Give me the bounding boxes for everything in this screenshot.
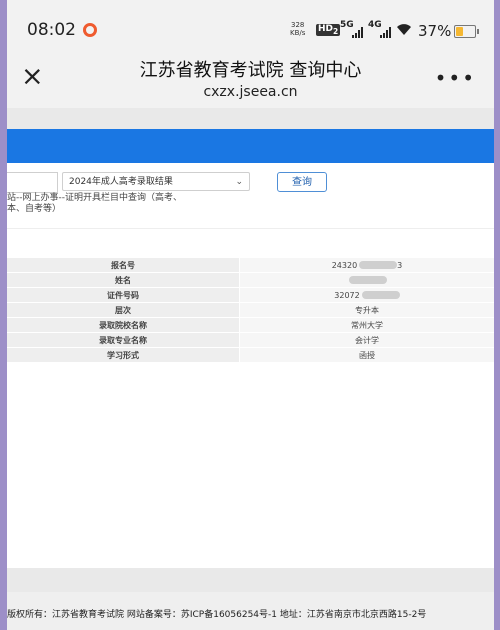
result-label: 学习形式 <box>7 347 240 363</box>
result-value: 会计学 <box>239 332 494 348</box>
result-value: 24320 3 <box>239 258 494 273</box>
result-label: 录取院校名称 <box>7 317 240 333</box>
page-url: cxzx.jseea.cn <box>203 84 298 100</box>
table-row: 录取专业名称 会计学 <box>7 332 494 348</box>
browser-title-bar: × 江苏省教育考试院 查询中心 cxzx.jseea.cn ••• <box>7 52 494 108</box>
redacted-block <box>361 291 400 299</box>
hd-badge: HD2 <box>316 24 341 36</box>
clock: 08:02 <box>27 20 76 40</box>
phone-screen: 08:02 328 KB/s HD2 5G 4G 37% × 江苏省教育考试院 … <box>7 0 494 630</box>
result-value <box>239 272 494 288</box>
redacted-block <box>359 261 398 269</box>
more-menu-icon[interactable]: ••• <box>435 66 476 90</box>
footer-band <box>7 568 494 592</box>
divider <box>7 228 494 229</box>
result-value: 常州大学 <box>239 317 494 333</box>
table-row: 证件号码 32072 <box>7 287 494 303</box>
result-label: 证件号码 <box>7 287 240 303</box>
redacted-block <box>349 276 387 284</box>
signal-bars-2-icon <box>380 26 394 38</box>
result-label: 姓名 <box>7 272 240 288</box>
battery-icon <box>454 25 479 38</box>
result-value: 函授 <box>239 347 494 363</box>
battery-percent: 37% <box>418 22 452 40</box>
record-icon <box>83 23 97 37</box>
query-button[interactable]: 查询 <box>277 172 327 192</box>
table-row: 姓名 <box>7 272 494 288</box>
table-row: 报名号 24320 3 <box>7 258 494 273</box>
category-select[interactable] <box>7 172 58 193</box>
site-nav-bar <box>7 129 494 163</box>
table-row: 层次 专升本 <box>7 302 494 318</box>
result-value: 专升本 <box>239 302 494 318</box>
footer-copyright: 版权所有：江苏省教育考试院 网站备案号：苏ICP备16056254号-1 地址：… <box>7 610 427 620</box>
table-row: 录取院校名称 常州大学 <box>7 317 494 333</box>
breadcrumb: 站--网上办事--证明开具栏目中查询（高考、 本、自考等） <box>7 193 182 214</box>
battery-level <box>456 27 463 36</box>
exam-type-select[interactable]: 2024年成人高考录取结果 ⌄ <box>62 172 250 191</box>
page-title: 江苏省教育考试院 查询中心 <box>139 60 362 81</box>
wifi-icon <box>396 22 412 40</box>
result-value: 32072 <box>239 287 494 303</box>
signal-bars-1-icon <box>352 26 366 38</box>
top-band <box>7 108 494 129</box>
chevron-down-icon: ⌄ <box>235 177 243 187</box>
table-row: 学习形式 函授 <box>7 347 494 363</box>
result-label: 报名号 <box>7 258 240 273</box>
result-table: 报名号 24320 3 姓名 证件号码 32072 层次 专升本 录取院校名称 常州大学 录取专业名… <box>7 258 494 363</box>
result-label: 录取专业名称 <box>7 332 240 348</box>
status-bar: 08:02 328 KB/s HD2 5G 4G 37% <box>7 0 494 52</box>
network-speed: 328 KB/s <box>290 21 306 37</box>
result-label: 层次 <box>7 302 240 318</box>
